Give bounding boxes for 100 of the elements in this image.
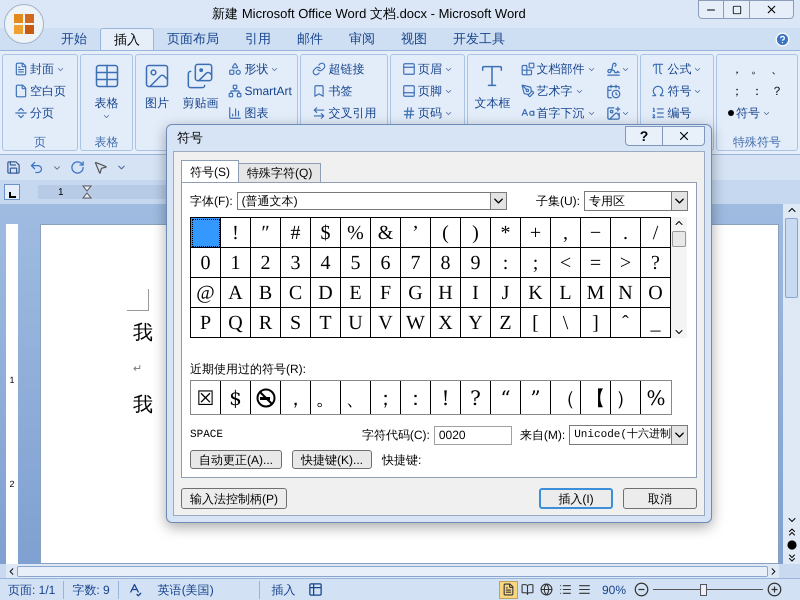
dialog-tab[interactable]: 特殊字符(Q) — [239, 163, 322, 182]
symbol-cell[interactable]: ] — [581, 308, 611, 338]
save-icon[interactable] — [6, 160, 21, 175]
ribbon-tab[interactable]: 插入 — [100, 28, 154, 50]
recent-symbol-cell[interactable]: ） — [611, 381, 641, 414]
symbol-cell[interactable]: ’ — [401, 218, 431, 248]
ribbon-button[interactable]: 符号 — [650, 80, 704, 102]
symbol-cell[interactable]: N — [611, 278, 641, 308]
symbol-cell[interactable]: # — [281, 218, 311, 248]
symbol-cell[interactable]: X — [431, 308, 461, 338]
ribbon-button[interactable]: 首字下沉 — [520, 102, 597, 124]
symbol-cell[interactable]: L — [551, 278, 581, 308]
symbol-cell[interactable]: Y — [461, 308, 491, 338]
character-code-field[interactable]: 0020 — [434, 426, 512, 444]
ribbon-tab[interactable]: 开始 — [48, 28, 100, 50]
symbol-cell[interactable]: : — [491, 248, 521, 278]
recent-symbol-cell[interactable]: ： — [401, 381, 431, 414]
symbol-cell[interactable]: % — [341, 218, 371, 248]
scroll-thumb[interactable] — [672, 231, 686, 247]
browse-object-icon[interactable] — [786, 540, 796, 550]
ribbon-button[interactable]: 交叉引用 — [311, 102, 378, 124]
zoom-slider[interactable] — [653, 582, 763, 596]
symbol-cell[interactable]: J — [491, 278, 521, 308]
symbol-cell[interactable]: ) — [461, 218, 491, 248]
ribbon-button[interactable]: 图片 — [141, 58, 174, 134]
symbol-button[interactable]: ？ — [767, 80, 788, 102]
symbol-button[interactable]: 。 — [747, 58, 768, 80]
recent-symbol-cell[interactable]: 、 — [341, 381, 371, 414]
symbol-cell[interactable]: + — [521, 218, 551, 248]
symbol-cell[interactable]: M — [581, 278, 611, 308]
insert-mode[interactable]: 插入 — [260, 580, 308, 598]
pointer-icon[interactable] — [93, 160, 108, 175]
ribbon-tab[interactable]: 视图 — [388, 28, 440, 50]
scroll-thumb[interactable] — [785, 218, 798, 298]
symbol-cell[interactable]: 0 — [191, 248, 221, 278]
symbol-cell[interactable]: R — [251, 308, 281, 338]
ribbon-tab[interactable]: 页面布局 — [154, 28, 232, 50]
symbol-cell[interactable]: $ — [311, 218, 341, 248]
from-dropdown[interactable]: Unicode(十六进制 — [569, 425, 688, 445]
ribbon-tab[interactable]: 开发工具 — [440, 28, 518, 50]
view-button[interactable] — [498, 580, 518, 598]
symbol-cell[interactable]: C — [281, 278, 311, 308]
recent-symbol-cell[interactable]: ， — [281, 381, 311, 414]
symbol-cell[interactable]: ! — [221, 218, 251, 248]
page-count[interactable]: 页面: 1/1 — [0, 580, 64, 598]
ribbon-button[interactable]: 页眉 — [401, 58, 454, 80]
ribbon-button[interactable]: 页码 — [401, 102, 454, 124]
symbol-button[interactable]: ； — [727, 80, 748, 102]
symbol-cell[interactable]: P — [191, 308, 221, 338]
zoom-level[interactable]: 90% — [594, 580, 634, 598]
dialog-button[interactable]: 插入(I) — [539, 488, 613, 509]
ribbon-button[interactable]: 编号 — [650, 102, 704, 124]
recent-symbol-cell[interactable]: 。 — [311, 381, 341, 414]
dialog-button[interactable]: 取消 — [623, 488, 697, 509]
symbol-cell[interactable]: [ — [521, 308, 551, 338]
symbol-cell[interactable]: @ — [191, 278, 221, 308]
symbol-cell[interactable]: V — [371, 308, 401, 338]
symbol-cell[interactable]: S — [281, 308, 311, 338]
symbol-cell[interactable]: > — [611, 248, 641, 278]
recent-symbol-cell[interactable]: “ — [491, 381, 521, 414]
ribbon-tab[interactable]: 引用 — [232, 28, 284, 50]
symbol-cell[interactable]: D — [311, 278, 341, 308]
ribbon-button[interactable]: 文档部件 — [520, 58, 597, 80]
symbol-cell[interactable]: 4 — [311, 248, 341, 278]
symbol-button[interactable]: 、 — [767, 58, 788, 80]
recent-symbol-cell[interactable]: ” — [521, 381, 551, 414]
maximize-button[interactable] — [724, 0, 750, 19]
symbol-cell[interactable]: U — [341, 308, 371, 338]
symbol-cell[interactable]: ˆ — [611, 308, 641, 338]
recent-symbol-cell[interactable]: ； — [371, 381, 401, 414]
ribbon-tab[interactable]: 审阅 — [336, 28, 388, 50]
ribbon-button[interactable]: 超链接 — [311, 58, 378, 80]
macro-icon[interactable] — [308, 582, 323, 597]
recent-symbol-cell[interactable]: （ — [551, 381, 581, 414]
symbol-cell[interactable]: < — [551, 248, 581, 278]
ribbon-button[interactable]: SmartArt — [227, 80, 293, 102]
symbol-cell[interactable]: G — [401, 278, 431, 308]
symbol-cell[interactable]: = — [581, 248, 611, 278]
symbol-cell[interactable]: . — [611, 218, 641, 248]
ribbon-button[interactable]: 符号 — [727, 102, 788, 124]
symbol-cell[interactable]: I — [461, 278, 491, 308]
zoom-thumb[interactable] — [700, 584, 706, 596]
close-button[interactable] — [663, 126, 705, 146]
zoom-out-icon[interactable] — [634, 582, 649, 597]
symbol-cell[interactable]: 1 — [221, 248, 251, 278]
ribbon-button[interactable]: 空白页 — [12, 80, 67, 102]
symbol-cell[interactable]: T — [311, 308, 341, 338]
symbol-cell[interactable]: * — [491, 218, 521, 248]
recent-symbol-cell[interactable]: % — [641, 381, 671, 414]
symbol-cell[interactable]: K — [521, 278, 551, 308]
zoom-in-icon[interactable] — [767, 582, 782, 597]
symbol-cell[interactable]: ( — [431, 218, 461, 248]
close-button[interactable] — [750, 0, 794, 19]
ribbon-button[interactable]: 形状 — [227, 58, 293, 80]
ribbon-button[interactable]: 艺术字 — [520, 80, 597, 102]
symbol-cell[interactable]: ″ — [251, 218, 281, 248]
indent-marker-icon[interactable] — [82, 185, 92, 199]
symbol-cell[interactable]: 6 — [371, 248, 401, 278]
symbol-cell[interactable]: 3 — [281, 248, 311, 278]
language[interactable]: 英语(美国) — [150, 580, 260, 598]
